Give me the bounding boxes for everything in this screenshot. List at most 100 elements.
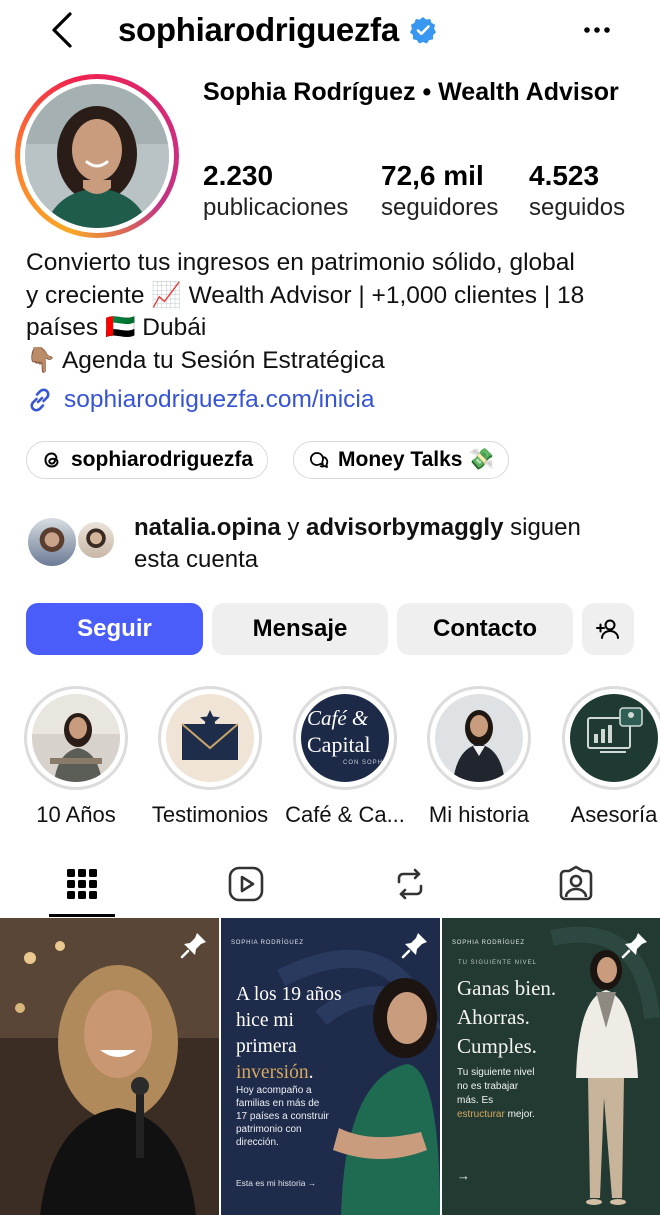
reposts-icon — [397, 868, 423, 900]
stat-followers-value: 72,6 mil — [381, 160, 484, 191]
profile-photo — [25, 84, 169, 228]
highlight-10-anos[interactable]: 10 Años — [11, 686, 141, 828]
highlight-cover — [435, 694, 523, 782]
post-body-line: no es trabajar — [457, 1081, 519, 1092]
chevron-left-icon[interactable] — [44, 8, 84, 52]
threads-chip-label: sophiarodriguezfa — [71, 448, 254, 471]
highlight-mi-historia[interactable]: Mi historia — [414, 686, 544, 828]
followed-by-suffix: siguen — [503, 514, 581, 541]
follower-avatar — [26, 516, 78, 568]
display-name: Sophia Rodríguez • Wealth Advisor — [203, 78, 619, 106]
follower-avatar — [76, 520, 116, 560]
tab-reposts[interactable] — [377, 854, 443, 914]
highlight-label: Mi historia — [428, 802, 530, 827]
post-body-line: 17 países a construir — [236, 1111, 329, 1122]
follower-username[interactable]: natalia.opina — [134, 514, 281, 541]
post-body: Hoy acompaño a familias en más de 17 paí… — [236, 1084, 329, 1149]
followed-by-connector: y — [280, 514, 307, 541]
stat-following-value: 4.523 — [529, 160, 600, 191]
bio-line: y creciente 📈 Wealth Advisor | +1,000 cl… — [26, 281, 585, 309]
highlight-testimonios[interactable]: Testimonios — [145, 686, 275, 828]
highlight-cafe-capital[interactable]: Café & Capital CON SOPH Café & Ca... — [280, 686, 410, 828]
post-image — [0, 918, 219, 1215]
post-headline-line: . — [308, 1062, 314, 1083]
post-brand: SOPHIA RODRÍGUEZ — [231, 940, 304, 946]
stat-followers[interactable]: 72,6 mil seguidores — [381, 160, 498, 222]
threads-icon — [44, 452, 59, 468]
post-body-line: patrimonio con — [236, 1124, 302, 1135]
highlight-cover-text: Capital — [307, 732, 371, 757]
highlight-cover — [570, 694, 658, 782]
post-headline-line: Cumples. — [457, 1034, 537, 1058]
tagged-icon — [559, 865, 593, 901]
username-header: sophiarodriguezfa — [118, 8, 437, 52]
post-headline-line: hice mi — [236, 1010, 294, 1031]
post-cta: Esta es mi historia → — [236, 1178, 317, 1188]
add-person-icon — [596, 619, 619, 639]
stat-following-label: seguidos — [529, 194, 626, 221]
threads-chip[interactable]: sophiarodriguezfa — [26, 441, 269, 479]
post-headline-line: Ahorras. — [457, 1005, 530, 1029]
stat-posts[interactable]: 2.230 publicaciones — [203, 160, 348, 222]
post-body-accent: estructurar — [457, 1109, 505, 1120]
bio-line: 👇🏽 Agenda tu Sesión Estratégica — [26, 346, 385, 374]
highlight-cover-text: CON SOPH — [343, 760, 384, 766]
profile-tabs — [0, 854, 660, 917]
post-body-line: dirección. — [236, 1137, 279, 1148]
post-headline-line: A los 19 años — [236, 984, 342, 1005]
post-tile[interactable]: SOPHIA RODRÍGUEZ A los 19 años hice mi p… — [221, 918, 440, 1215]
profile-avatar[interactable] — [15, 74, 179, 238]
more-icon[interactable] — [575, 12, 619, 48]
active-tab-indicator — [49, 914, 115, 917]
highlight-asesoria[interactable]: Asesoría — [549, 686, 660, 828]
contact-button[interactable]: Contacto — [397, 603, 573, 655]
post-brand: SOPHIA RODRÍGUEZ — [452, 940, 525, 946]
link-icon — [30, 388, 50, 412]
highlight-label: 10 Años — [36, 802, 116, 827]
bio-line: países 🇦🇪 Dubái — [26, 314, 207, 341]
follower-username[interactable]: advisorbymaggly — [306, 514, 503, 541]
post-kicker: TU SIGUIENTE NIVEL — [458, 960, 538, 966]
highlight-cover — [166, 694, 254, 782]
top-bar: sophiarodriguezfa — [0, 0, 660, 60]
post-headline-line: primera — [236, 1036, 297, 1057]
bio: Convierto tus ingresos en patrimonio sól… — [26, 247, 646, 377]
highlight-cover: Café & Capital CON SOPH — [301, 694, 389, 782]
post-body-line: más. Es — [457, 1095, 494, 1106]
username: sophiarodriguezfa — [118, 11, 399, 48]
stat-followers-label: seguidores — [381, 194, 499, 221]
post-tile[interactable]: SOPHIA RODRÍGUEZ TU SIGUIENTE NIVEL Gana… — [442, 918, 660, 1215]
highlight-label: Asesoría — [570, 802, 658, 827]
highlight-label: Testimonios — [151, 802, 269, 827]
post-arrow: → — [457, 1168, 470, 1183]
stat-posts-label: publicaciones — [203, 194, 349, 221]
tab-reels[interactable] — [213, 854, 279, 914]
broadcast-chip[interactable]: Money Talks 💸 — [293, 441, 510, 479]
stat-posts-value: 2.230 — [203, 160, 274, 191]
pin-icon — [180, 933, 206, 959]
profile-link[interactable]: sophiarodriguezfa.com/inicia — [26, 386, 375, 414]
broadcast-chip-label: Money Talks 💸 — [338, 448, 495, 471]
highlight-cover-text: Café & — [307, 706, 369, 730]
tab-tagged[interactable] — [543, 854, 609, 914]
followed-by-suffix-line: esta cuenta — [134, 546, 259, 573]
pin-icon — [621, 933, 647, 959]
bio-line: Convierto tus ingresos en patrimonio sól… — [26, 249, 575, 276]
post-body: Tu siguiente nivel no es trabajar más. E… — [457, 1066, 535, 1122]
post-tile[interactable] — [0, 918, 219, 1215]
follow-button[interactable]: Seguir — [26, 603, 203, 655]
post-body-line: Hoy acompaño a — [236, 1085, 312, 1096]
verified-badge-icon — [409, 17, 436, 44]
suggest-users-button[interactable] — [582, 603, 634, 655]
post-body-line: Tu siguiente nivel — [457, 1067, 535, 1078]
pin-icon — [401, 933, 427, 959]
broadcast-chat-icon — [310, 452, 329, 468]
followed-by-text: natalia.opina y advisorbymaggly siguen e… — [134, 512, 634, 576]
post-body-line: familias en más de — [236, 1098, 320, 1109]
tab-grid[interactable] — [49, 854, 115, 914]
message-button[interactable]: Mensaje — [212, 603, 388, 655]
stat-following[interactable]: 4.523 seguidos — [529, 160, 625, 222]
grid-icon — [67, 869, 97, 899]
reels-icon — [228, 866, 264, 902]
highlight-cover — [32, 694, 120, 782]
